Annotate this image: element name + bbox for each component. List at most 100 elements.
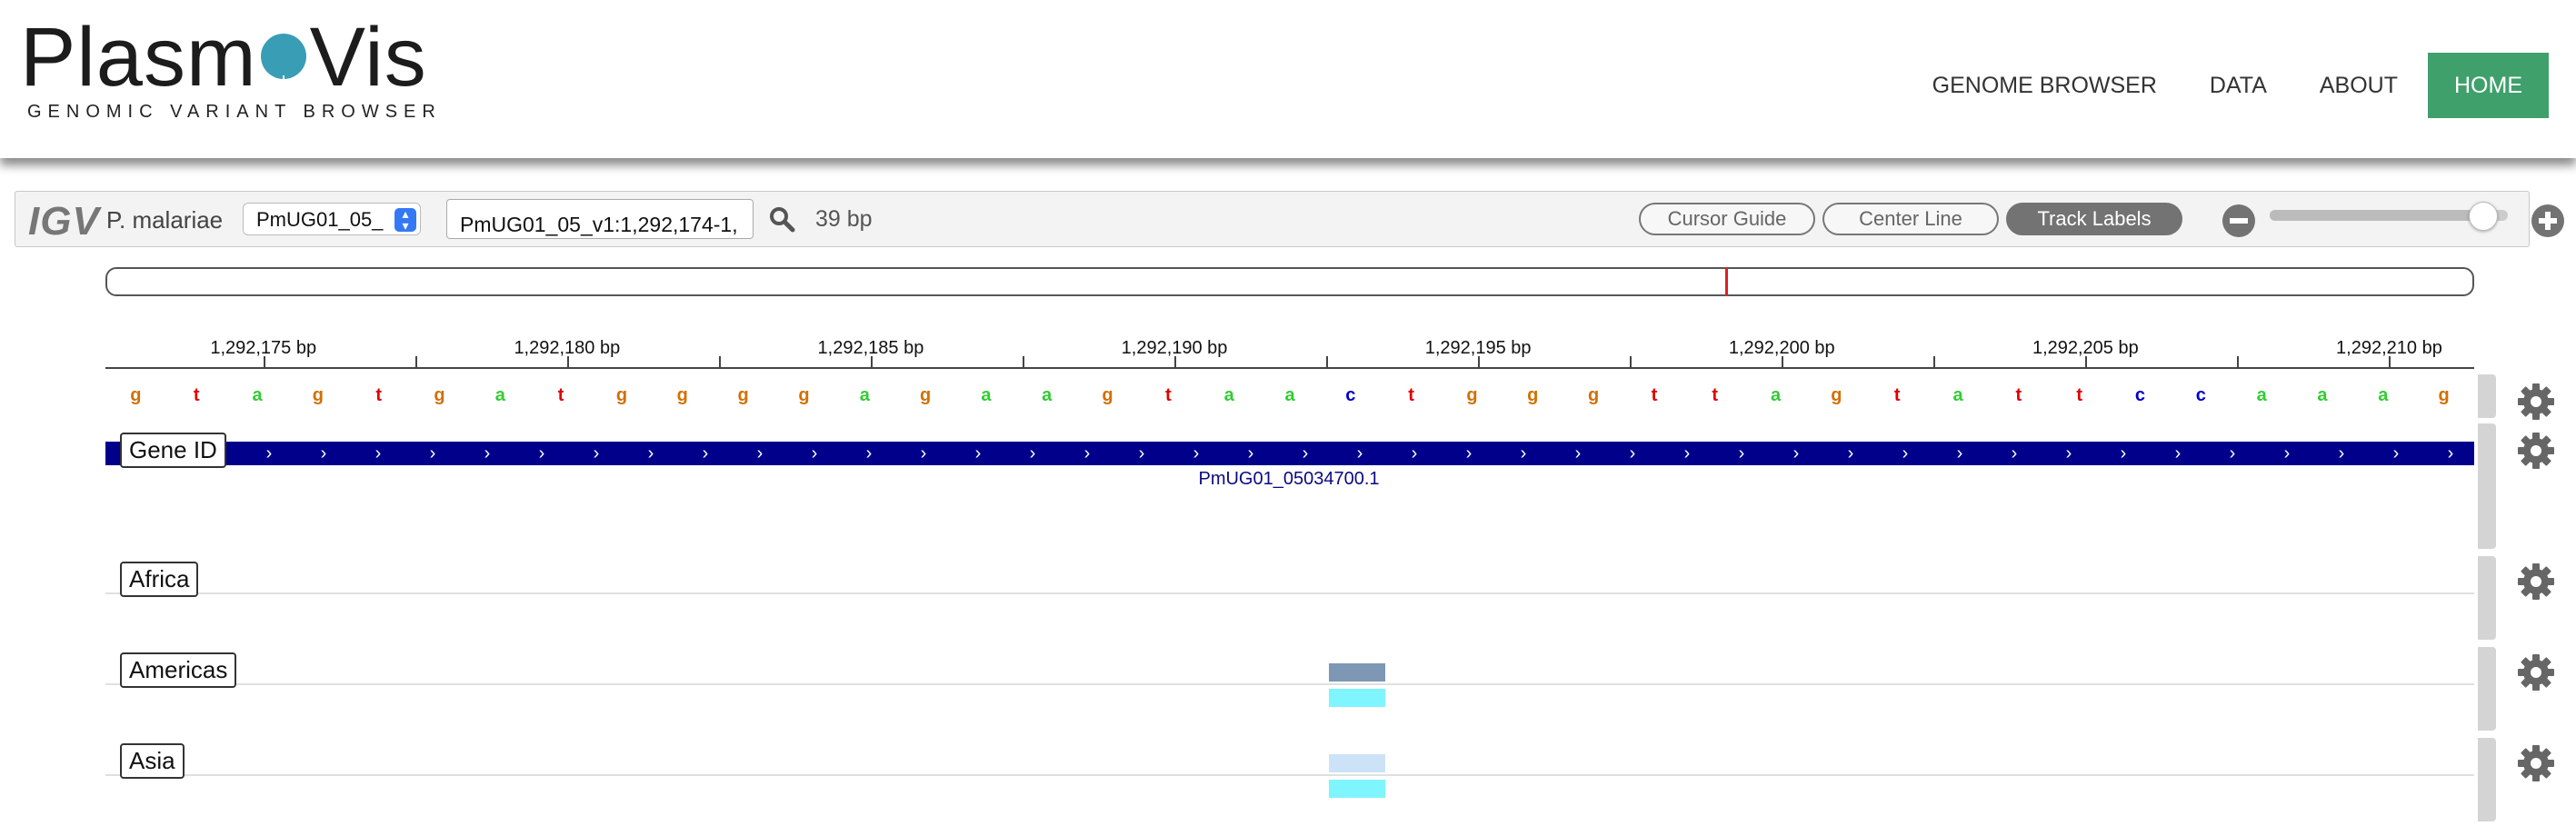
ruler-tick-label: 1,292,190 bp bbox=[1121, 338, 1228, 358]
strand-chevron-icon: › bbox=[1956, 443, 1963, 463]
strand-chevron-icon: › bbox=[2174, 443, 2182, 463]
sequence-track: gtagtgatggggagaagtaactgggttagtattccaaag bbox=[105, 385, 2474, 411]
africa-track-baseline bbox=[105, 592, 2474, 594]
sequence-base: g bbox=[1587, 385, 1600, 405]
chromosome-value: PmUG01_05_ bbox=[256, 208, 384, 231]
strand-chevron-icon: › bbox=[756, 443, 764, 463]
strand-chevron-icon: › bbox=[1629, 443, 1636, 463]
sequence-base: g bbox=[2438, 385, 2450, 405]
asia-variant-top[interactable] bbox=[1328, 754, 1385, 772]
strand-chevron-icon: › bbox=[1029, 443, 1036, 463]
gene-feature[interactable]: › › › › › › › › › › › › › › › › › › › › › › › › › › › › › › › › › › › › › › › ›… bbox=[105, 442, 2474, 465]
sequence-base: g bbox=[737, 385, 749, 405]
cursor-guide-toggle[interactable]: Cursor Guide bbox=[1639, 203, 1815, 235]
ruler-tick-minor bbox=[1630, 356, 1632, 367]
strand-chevron-icon: › bbox=[811, 443, 818, 463]
gear-icon[interactable] bbox=[2516, 562, 2556, 602]
logo-text-left: Plasm bbox=[20, 11, 257, 104]
africa-track-gutter[interactable] bbox=[2478, 556, 2496, 640]
main-nav: GENOME BROWSER DATA ABOUT HOME bbox=[1906, 53, 2549, 118]
strand-chevron-icon: › bbox=[2120, 443, 2127, 463]
logo-wordmark: Plasm Vis bbox=[20, 7, 427, 107]
sequence-base: t bbox=[1165, 385, 1172, 405]
strand-chevron-icon: › bbox=[1465, 443, 1473, 463]
ruler-tick-label: 1,292,175 bp bbox=[210, 338, 317, 358]
sequence-base: g bbox=[130, 385, 142, 405]
sequence-base: t bbox=[375, 385, 383, 405]
strand-chevron-icon: › bbox=[374, 443, 382, 463]
zoom-slider-fill bbox=[2270, 210, 2483, 221]
ruler-tick-label: 1,292,195 bp bbox=[1424, 338, 1532, 358]
americas-track-gutter[interactable] bbox=[2478, 647, 2496, 731]
americas-track-baseline bbox=[105, 683, 2474, 685]
ruler-tick-minor bbox=[1326, 356, 1329, 367]
sequence-base: t bbox=[2015, 385, 2022, 405]
strand-chevron-icon: › bbox=[1683, 443, 1691, 463]
zoom-out-icon[interactable] bbox=[2222, 204, 2255, 237]
strand-chevron-icon: › bbox=[429, 443, 436, 463]
strand-chevron-icon: › bbox=[974, 443, 982, 463]
locus-search-input[interactable]: PmUG01_05_v1:1,292,174-1, bbox=[446, 199, 754, 239]
nav-data[interactable]: DATA bbox=[2183, 53, 2293, 118]
plasmovis-logo[interactable]: Plasm Vis GENOMIC VARIANT BROWSER bbox=[20, 7, 435, 125]
strand-chevron-icon: › bbox=[1411, 443, 1418, 463]
strand-chevron-icon: › bbox=[1083, 443, 1091, 463]
ruler-tick-label: 1,292,180 bp bbox=[514, 338, 621, 358]
zoom-in-icon[interactable] bbox=[2531, 204, 2564, 237]
americas-variant-bottom[interactable] bbox=[1328, 689, 1385, 707]
ruler-tick-label: 1,292,210 bp bbox=[2336, 338, 2442, 358]
center-line-toggle[interactable]: Center Line bbox=[1822, 203, 1999, 235]
zoom-slider[interactable] bbox=[2270, 202, 2508, 231]
track-label-africa: Africa bbox=[120, 562, 199, 597]
strand-chevron-icon: › bbox=[2011, 443, 2018, 463]
sequence-base: g bbox=[615, 385, 628, 405]
chromosome-ideogram[interactable] bbox=[105, 267, 2474, 296]
asia-variant-bottom[interactable] bbox=[1328, 780, 1385, 798]
zoom-slider-handle[interactable] bbox=[2468, 202, 2498, 231]
strand-chevron-icon: › bbox=[1902, 443, 1909, 463]
chromosome-select[interactable]: PmUG01_05_ ▴ ▾ bbox=[243, 203, 421, 235]
sequence-base: t bbox=[1712, 385, 1719, 405]
ruler-tick-minor bbox=[414, 356, 417, 367]
sequence-base: a bbox=[2317, 385, 2328, 405]
gear-icon[interactable] bbox=[2516, 431, 2556, 471]
gear-icon[interactable] bbox=[2516, 382, 2556, 422]
asia-track-gutter[interactable] bbox=[2478, 738, 2496, 821]
strand-chevron-icon: › bbox=[1356, 443, 1363, 463]
sequence-base: g bbox=[312, 385, 324, 405]
nav-home[interactable]: HOME bbox=[2428, 53, 2549, 118]
ruler-line bbox=[105, 367, 2474, 369]
sequence-base: a bbox=[1284, 385, 1295, 405]
gear-icon[interactable] bbox=[2516, 652, 2556, 692]
ideogram-current-region bbox=[1724, 267, 1728, 296]
sequence-base: t bbox=[193, 385, 200, 405]
asia-track-baseline bbox=[105, 774, 2474, 776]
sequence-base: a bbox=[494, 385, 505, 405]
americas-variant-top[interactable] bbox=[1328, 663, 1385, 682]
nav-about[interactable]: ABOUT bbox=[2293, 53, 2424, 118]
strand-chevron-icon: › bbox=[702, 443, 709, 463]
sequence-base: a bbox=[1952, 385, 1963, 405]
search-icon[interactable] bbox=[768, 205, 795, 233]
sequence-base: c bbox=[1345, 385, 1356, 405]
strand-chevron-icon: › bbox=[2065, 443, 2072, 463]
ruler-tick-minor bbox=[718, 356, 721, 367]
track-labels-toggle[interactable]: Track Labels bbox=[2006, 203, 2182, 235]
strand-chevron-icon: › bbox=[1738, 443, 1745, 463]
sequence-base: g bbox=[1527, 385, 1539, 405]
nav-genome-browser[interactable]: GENOME BROWSER bbox=[1906, 53, 2183, 118]
strand-chevron-icon: › bbox=[1193, 443, 1200, 463]
gear-icon[interactable] bbox=[2516, 743, 2556, 783]
strand-chevron-icon: › bbox=[538, 443, 545, 463]
strand-chevron-icon: › bbox=[647, 443, 654, 463]
ruler-tick-minor bbox=[1022, 356, 1024, 367]
strand-chevron-icon: › bbox=[865, 443, 873, 463]
sequence-base: g bbox=[676, 385, 688, 405]
gene-track-gutter[interactable] bbox=[2478, 423, 2496, 549]
strand-chevron-icon: › bbox=[1574, 443, 1582, 463]
mosquito-icon bbox=[260, 33, 306, 103]
sequence-track-gutter[interactable] bbox=[2478, 374, 2496, 418]
strand-chevron-icon: › bbox=[1520, 443, 1527, 463]
strand-chevron-icon: › bbox=[2229, 443, 2236, 463]
ruler-tick-label: 1,292,205 bp bbox=[2032, 338, 2139, 358]
